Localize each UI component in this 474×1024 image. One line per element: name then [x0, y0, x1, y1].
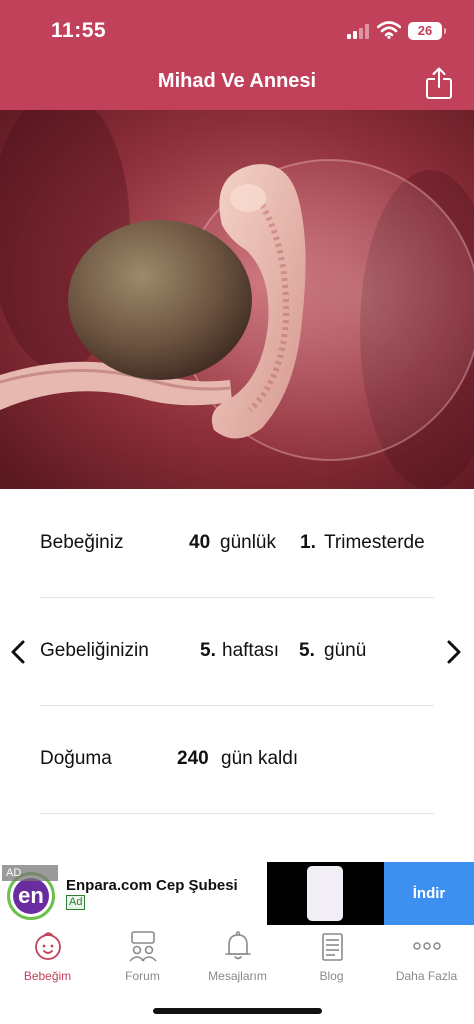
divider: [40, 813, 434, 814]
due-label: Doğuma: [40, 748, 112, 769]
ad-tag: AD: [2, 865, 58, 881]
status-bar: 11:55 26: [0, 0, 474, 62]
tab-label: Mesajlarım: [208, 969, 267, 983]
share-icon[interactable]: [424, 66, 454, 100]
tab-label: Blog: [319, 969, 344, 983]
ad-banner[interactable]: en AD Enpara.com Cep Şubesi Ad İndir: [0, 862, 474, 925]
home-indicator: [153, 1008, 322, 1014]
bell-icon: [224, 931, 251, 960]
pregnancy-label: Gebeliğinizin: [40, 640, 149, 661]
due-days-number: 240: [177, 748, 209, 769]
tab-blog[interactable]: Blog: [284, 929, 379, 989]
blog-icon: [321, 933, 343, 961]
next-day-button[interactable]: [438, 636, 468, 668]
trimester-label: Trimesterde: [324, 532, 425, 553]
divider: [40, 597, 434, 598]
enpara-logo-text: en: [13, 878, 49, 914]
previous-day-button[interactable]: [4, 636, 34, 668]
page-title: Mihad Ve Annesi: [157, 70, 317, 92]
pregnancy-week-number: 5.: [200, 640, 216, 661]
baby-icon: [34, 932, 61, 960]
baby-age-unit: günlük: [220, 532, 276, 553]
phone-image: [307, 866, 343, 921]
pregnancy-week-row: Gebeliğinizin 5. haftası 5. günü: [40, 640, 434, 680]
baby-label: Bebeğiniz: [40, 532, 124, 553]
app-header: 11:55 26 Mihad Ve Annesi: [0, 0, 474, 110]
status-time: 11:55: [51, 19, 107, 42]
embryo-image: [0, 110, 474, 489]
tab-forum[interactable]: Forum: [95, 929, 190, 989]
wifi-icon: [377, 21, 401, 39]
due-countdown-row: Doğuma 240 gün kaldı: [40, 748, 434, 788]
ad-badge: Ad: [66, 895, 86, 910]
ad-title: Enpara.com Cep Şubesi: [66, 877, 238, 894]
ad-install-button[interactable]: İndir: [384, 862, 474, 925]
more-icon: [412, 942, 441, 950]
baby-age-row: Bebeğiniz 40 günlük 1. Trimesterde: [40, 532, 434, 572]
pregnancy-week-label: haftası: [222, 640, 280, 661]
tab-label: Daha Fazla: [395, 969, 458, 983]
tab-bebegim[interactable]: Bebeğim: [0, 929, 95, 989]
tab-mesajlarim[interactable]: Mesajlarım: [190, 929, 285, 989]
due-days-label: gün kaldı: [221, 748, 299, 769]
baby-age-days: 40: [189, 532, 211, 553]
pregnancy-day-label: günü: [324, 640, 367, 661]
trimester-number: 1.: [300, 532, 316, 553]
divider: [40, 705, 434, 706]
ad-media-image: [267, 862, 384, 925]
tab-daha-fazla[interactable]: Daha Fazla: [379, 929, 474, 989]
tab-label: Forum: [125, 969, 160, 983]
battery-indicator: 26: [408, 22, 446, 40]
forum-icon: [128, 931, 157, 962]
tab-label: Bebeğim: [23, 969, 72, 983]
cellular-signal-icon: [347, 23, 371, 39]
pregnancy-day-number: 5.: [299, 640, 315, 661]
